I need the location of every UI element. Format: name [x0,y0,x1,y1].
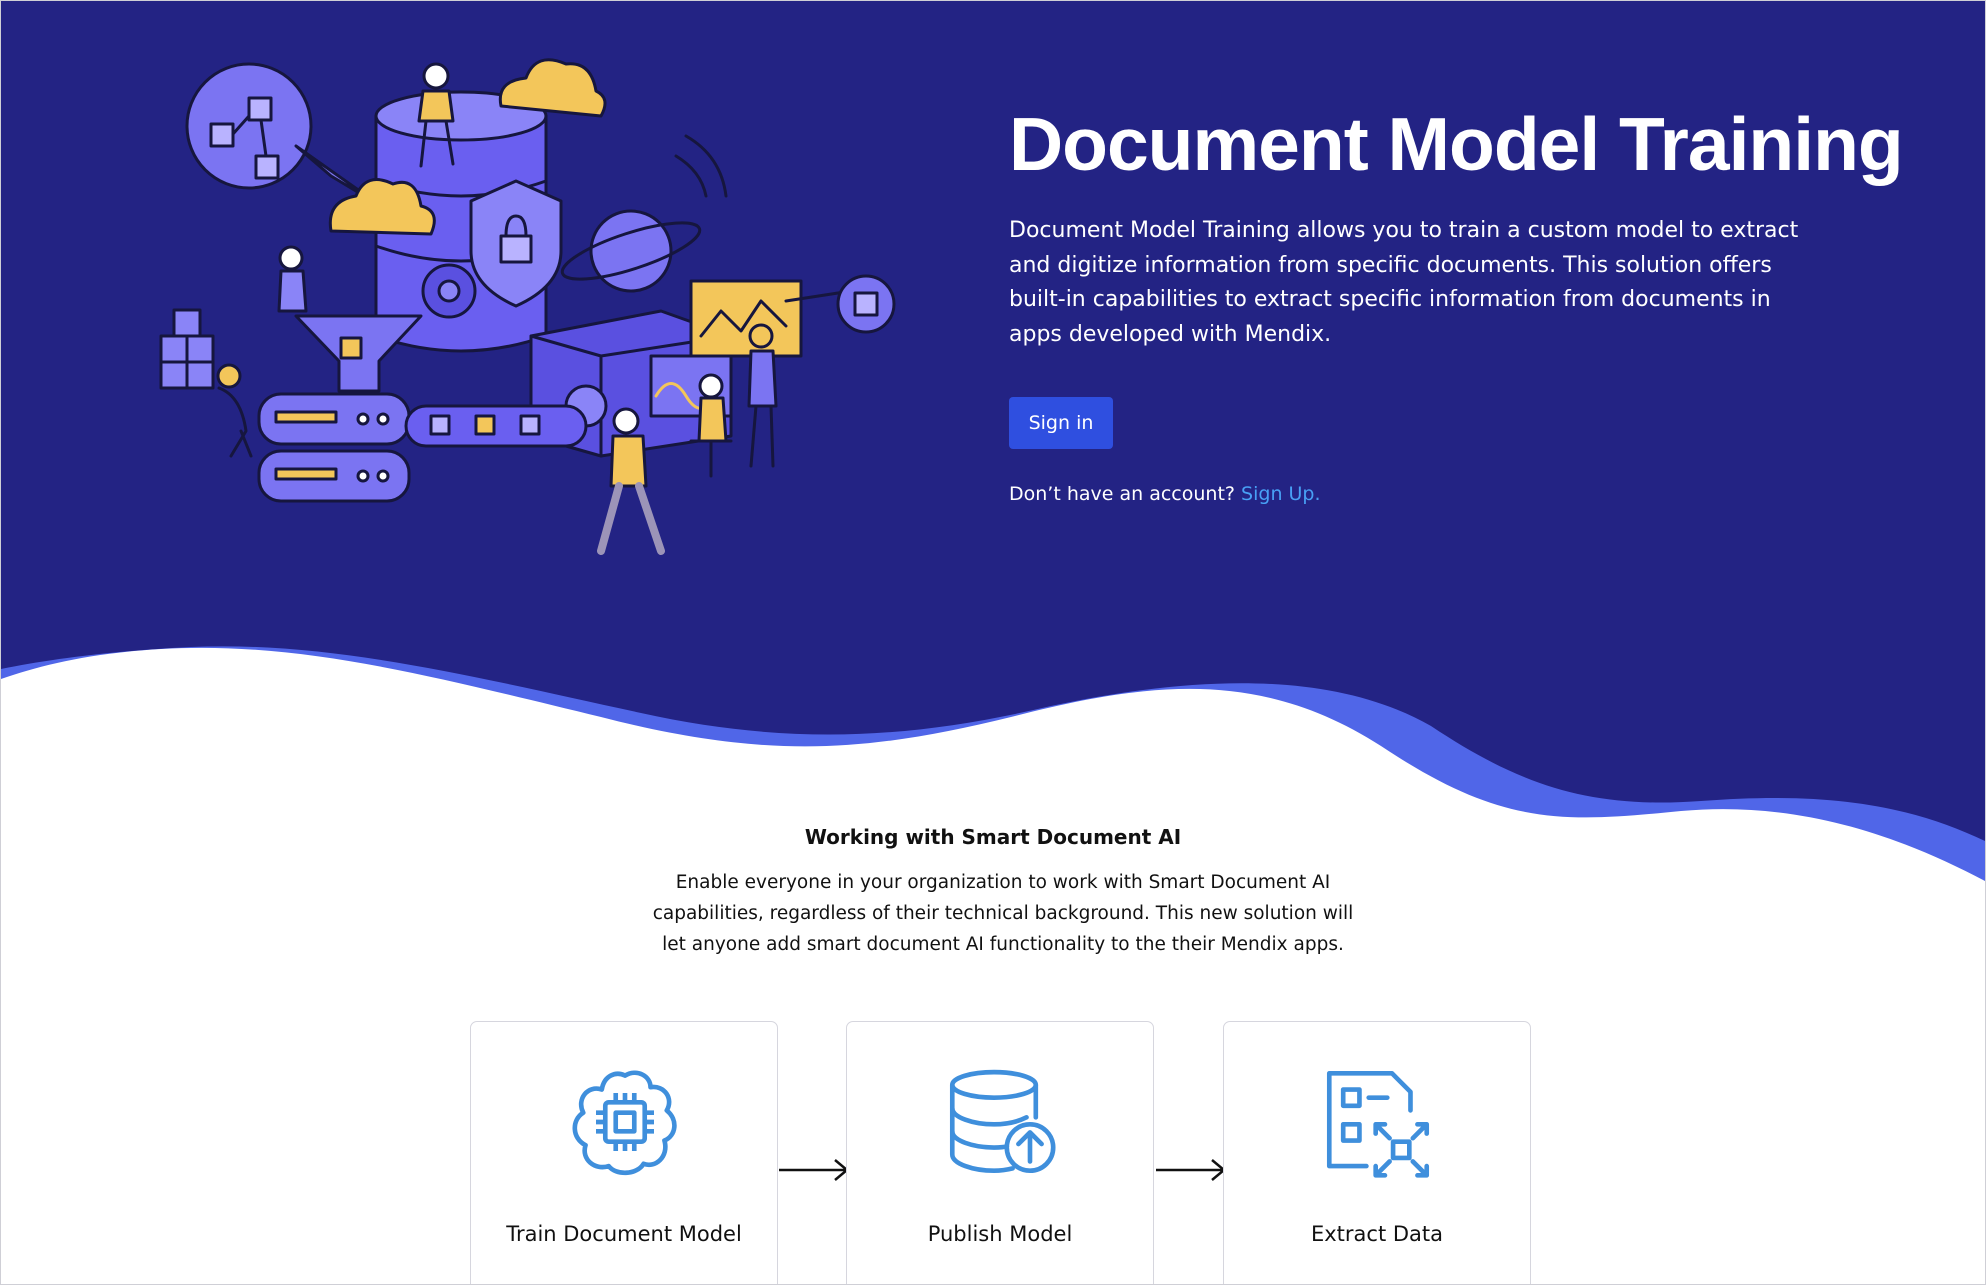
account-prompt-text: Don’t have an account? [1009,483,1235,505]
step-label-train: Train Document Model [506,1222,742,1246]
arrow-right-icon [1156,1159,1226,1181]
step-label-publish: Publish Model [927,1222,1073,1246]
section-description: Enable everyone in your organization to … [652,872,1354,955]
arrow-right-icon [779,1159,849,1181]
database-upload-icon [949,1069,1056,1174]
hero-description: Document Model Training allows you to tr… [1009,218,1799,347]
sign-in-button[interactable]: Sign in [1009,397,1113,449]
document-scan-icon [1326,1070,1430,1178]
hero-illustration [159,58,896,555]
page-title: Document Model Training [1009,102,1904,186]
section-title: Working with Smart Document AI [804,825,1182,849]
sign-up-link[interactable]: Sign Up. [1241,483,1321,505]
step-card-train[interactable]: Train Document Model [470,1021,778,1284]
step-card-publish[interactable]: Publish Model [846,1021,1154,1284]
chip-cloud-icon [572,1070,677,1176]
page-frame: Document Model Training Document Model T… [0,0,1986,1285]
step-card-extract[interactable]: Extract Data [1223,1021,1531,1284]
account-prompt-line: Don’t have an account? Sign Up. [1009,483,1321,505]
step-label-extract: Extract Data [1310,1222,1444,1246]
